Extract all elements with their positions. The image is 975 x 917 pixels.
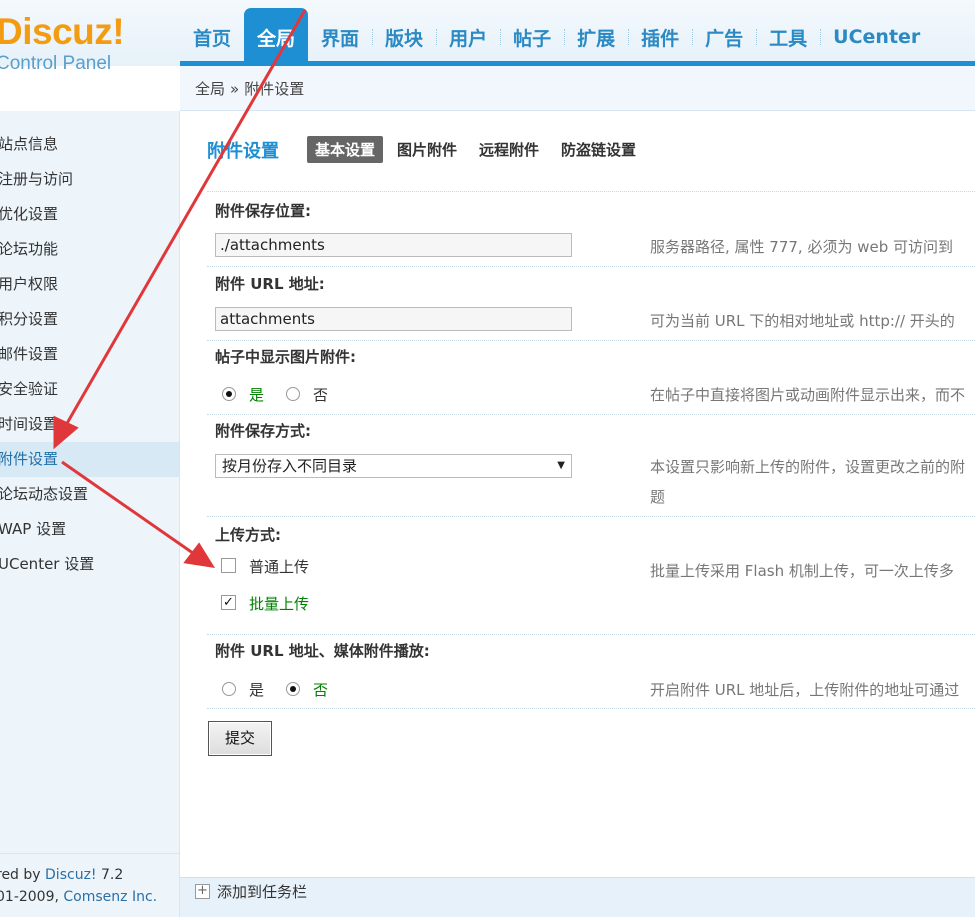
media-play-no-radio[interactable]	[286, 682, 300, 696]
media-play-no-label[interactable]: 否	[313, 679, 328, 700]
nav-plugins[interactable]: 插件	[628, 8, 692, 66]
submit-button[interactable]: 提交	[208, 721, 272, 756]
tab-basic[interactable]: 基本设置	[307, 136, 384, 163]
top-nav: 首页 全局 界面 版块 用户 帖子 扩展 插件 广告 工具 UCenter	[180, 8, 933, 66]
logo-subtitle: Control Panel	[0, 53, 112, 74]
nav-ads[interactable]: 广告	[692, 8, 756, 66]
show-images-no-radio[interactable]	[286, 387, 300, 401]
url-label: 附件 URL 地址:	[215, 275, 325, 293]
copyright-line-2: 01-2009, Comsenz Inc.	[0, 886, 180, 908]
discuz-logo[interactable]: Discuz! Control Panel	[0, 11, 125, 74]
nav-global[interactable]: 全局	[244, 8, 309, 66]
sidebar-item-credits[interactable]: 积分设置	[0, 302, 179, 337]
main-content: 附件设置 基本设置 图片附件 远程附件 防盗链设置 附件保存位置: ./atta…	[180, 111, 975, 877]
nav-interface[interactable]: 界面	[308, 8, 372, 66]
media-play-yes-radio[interactable]	[222, 682, 236, 696]
url-hint: 可为当前 URL 下的相对地址或 http:// 开头的	[650, 312, 955, 330]
nav-tools[interactable]: 工具	[756, 8, 820, 66]
sidebar-item-registration[interactable]: 注册与访问	[0, 162, 179, 197]
dropdown-arrow-icon: ▼	[557, 460, 565, 471]
upload-mode-label: 上传方式:	[215, 526, 281, 544]
copyright-line-1: red by Discuz! 7.2	[0, 864, 180, 886]
settings-tabs: 附件设置 基本设置 图片附件 远程附件 防盗链设置	[207, 136, 650, 163]
save-path-label: 附件保存位置:	[215, 202, 311, 220]
sidebar-item-time[interactable]: 时间设置	[0, 407, 179, 442]
logo-brand: Discuz!	[0, 11, 125, 52]
breadcrumb-separator: »	[230, 80, 240, 98]
divider	[207, 634, 975, 635]
sidebar-menu: 站点信息 注册与访问 优化设置 论坛功能 用户权限 积分设置 邮件设置 安全验证…	[0, 127, 179, 582]
batch-upload-checkbox[interactable]: ✓	[221, 595, 236, 610]
show-images-yes-label[interactable]: 是	[249, 384, 264, 405]
normal-upload-label[interactable]: 普通上传	[249, 556, 309, 577]
breadcrumb: 全局 » 附件设置	[180, 66, 975, 111]
settings-form: 附件保存位置: ./attachments 服务器路径, 属性 777, 必须为…	[207, 191, 975, 709]
nav-extensions[interactable]: 扩展	[564, 8, 628, 66]
divider	[207, 340, 975, 341]
show-images-hint: 在帖子中直接将图片或动画附件显示出来，而不	[650, 386, 966, 404]
tab-image-attachments[interactable]: 图片附件	[389, 136, 465, 163]
nav-ucenter[interactable]: UCenter	[820, 8, 933, 66]
add-to-taskbar-link[interactable]: 添加到任务栏	[217, 881, 307, 902]
save-mode-label: 附件保存方式:	[215, 422, 311, 440]
tab-hotlink-protection[interactable]: 防盗链设置	[553, 136, 644, 163]
copyright-version: 7.2	[96, 867, 124, 883]
header: Discuz! Control Panel 首页 全局 界面 版块 用户 帖子 …	[0, 0, 975, 74]
url-input[interactable]: attachments	[215, 307, 572, 331]
sidebar-item-attachments[interactable]: 附件设置	[0, 442, 179, 477]
breadcrumb-root[interactable]: 全局	[195, 80, 225, 98]
sidebar: 站点信息 注册与访问 优化设置 论坛功能 用户权限 积分设置 邮件设置 安全验证…	[0, 111, 180, 917]
batch-upload-label[interactable]: 批量上传	[249, 593, 309, 614]
divider	[207, 266, 975, 267]
sidebar-item-user-permissions[interactable]: 用户权限	[0, 267, 179, 302]
plus-icon[interactable]: +	[195, 884, 210, 899]
upload-mode-hint: 批量上传采用 Flash 机制上传，可一次上传多	[650, 562, 954, 580]
show-images-label: 帖子中显示图片附件:	[215, 348, 356, 366]
save-mode-value: 按月份存入不同目录	[222, 457, 358, 475]
media-play-yes-label[interactable]: 是	[249, 679, 264, 700]
normal-upload-checkbox[interactable]	[221, 558, 236, 573]
show-images-yes-radio[interactable]	[222, 387, 236, 401]
sidebar-item-security[interactable]: 安全验证	[0, 372, 179, 407]
divider	[207, 516, 975, 517]
tab-remote-attachments[interactable]: 远程附件	[471, 136, 547, 163]
breadcrumb-current: 附件设置	[244, 80, 305, 98]
show-images-no-label[interactable]: 否	[313, 384, 328, 405]
media-play-label: 附件 URL 地址、媒体附件播放:	[215, 642, 430, 660]
media-play-hint: 开启附件 URL 地址后，上传附件的地址可通过	[650, 681, 960, 699]
sidebar-item-site-info[interactable]: 站点信息	[0, 127, 179, 162]
divider	[207, 414, 975, 415]
discuz-link[interactable]: Discuz!	[45, 867, 97, 883]
sidebar-item-forum-features[interactable]: 论坛功能	[0, 232, 179, 267]
copyright-years: 01-2009,	[0, 889, 64, 905]
taskbar: + 添加到任务栏	[180, 877, 975, 917]
divider	[207, 708, 975, 709]
nav-forums[interactable]: 版块	[372, 8, 436, 66]
sidebar-item-optimization[interactable]: 优化设置	[0, 197, 179, 232]
save-mode-select[interactable]: 按月份存入不同目录 ▼	[215, 454, 572, 478]
copyright-prefix: red by	[0, 867, 46, 883]
save-mode-hint-cont: 题	[650, 488, 666, 506]
save-mode-hint: 本设置只影响新上传的附件，设置更改之前的附	[650, 458, 966, 476]
page-title: 附件设置	[207, 140, 279, 162]
save-path-hint: 服务器路径, 属性 777, 必须为 web 可访问到	[650, 238, 954, 256]
sidebar-item-ucenter[interactable]: UCenter 设置	[0, 547, 179, 582]
sidebar-item-forum-activity[interactable]: 论坛动态设置	[0, 477, 179, 512]
save-path-input[interactable]: ./attachments	[215, 233, 572, 257]
nav-posts[interactable]: 帖子	[500, 8, 564, 66]
sidebar-item-wap[interactable]: WAP 设置	[0, 512, 179, 547]
nav-users[interactable]: 用户	[436, 8, 500, 66]
copyright: red by Discuz! 7.2 01-2009, Comsenz Inc.	[0, 853, 180, 908]
comsenz-link[interactable]: Comsenz Inc.	[63, 889, 157, 905]
nav-home[interactable]: 首页	[180, 8, 244, 66]
sidebar-item-email[interactable]: 邮件设置	[0, 337, 179, 372]
